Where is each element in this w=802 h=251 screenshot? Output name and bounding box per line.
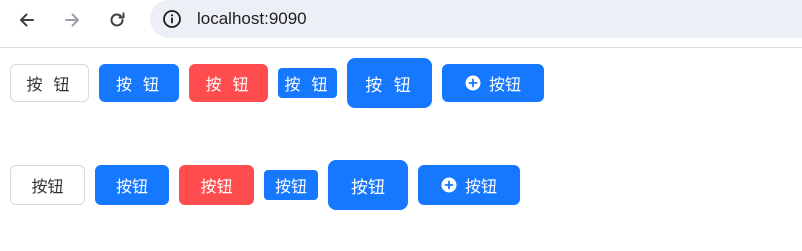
small-primary-button[interactable]: 按钮 [264,170,318,200]
url-text: localhost:9090 [197,9,307,28]
danger-button[interactable]: 按 钮 [189,64,268,102]
plus-circle-icon [441,177,457,193]
button-label: 按钮 [31,177,64,196]
button-label: 按钮 [351,177,385,198]
button-label: 按 钮 [284,75,331,94]
primary-button[interactable]: 按钮 [95,165,169,205]
forward-button[interactable] [57,5,87,35]
default-button[interactable]: 按钮 [10,165,85,205]
arrow-left-icon [17,10,37,30]
plus-circle-icon [465,75,481,91]
add-button[interactable]: 按钮 [442,64,544,102]
button-label: 按 钮 [115,75,163,94]
add-button[interactable]: 按钮 [418,165,520,205]
primary-button[interactable]: 按 钮 [99,64,179,102]
danger-button[interactable]: 按钮 [179,165,254,205]
large-primary-button[interactable]: 按钮 [328,160,408,210]
button-label: 按 钮 [205,75,252,94]
reload-icon [107,10,127,30]
small-primary-button[interactable]: 按 钮 [278,68,337,98]
default-button[interactable]: 按 钮 [10,64,89,102]
back-button[interactable] [12,5,42,35]
button-label: 按钮 [200,177,233,196]
button-label: 按 钮 [365,75,414,96]
browser-toolbar: localhost:9090 [0,0,802,48]
button-label: 按钮 [464,177,497,196]
info-circle-icon[interactable] [161,8,183,30]
arrow-right-icon [62,10,82,30]
address-bar[interactable]: localhost:9090 [150,0,802,38]
button-label: 按 钮 [26,75,73,94]
button-label: 按钮 [115,177,148,196]
button-label: 按钮 [488,75,521,94]
button-label: 按钮 [274,177,307,196]
large-primary-button[interactable]: 按 钮 [347,58,432,108]
reload-button[interactable] [102,5,132,35]
